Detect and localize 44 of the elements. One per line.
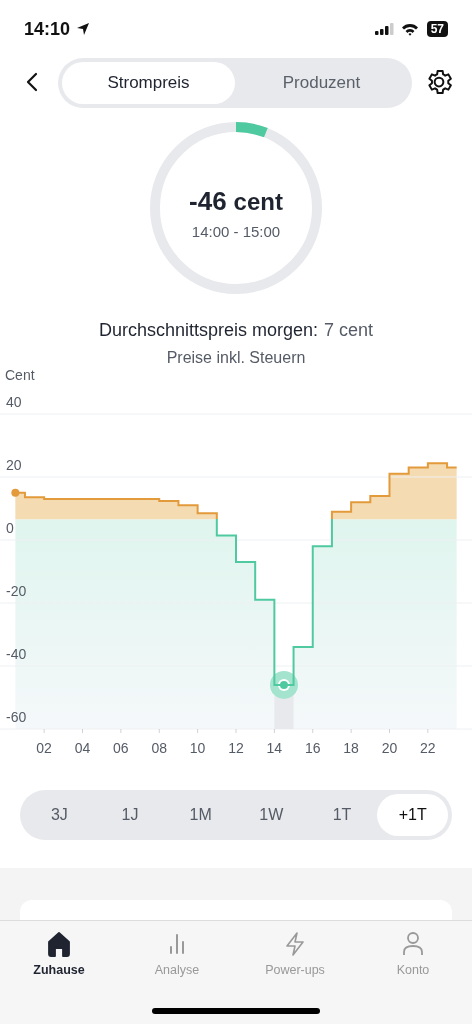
x-tick-label: 16 <box>304 740 321 756</box>
price-value: -46 <box>189 186 227 217</box>
start-point <box>11 488 20 497</box>
x-tick-label: 08 <box>151 740 168 756</box>
price-unit: cent <box>233 188 283 216</box>
location-arrow-icon <box>76 22 91 36</box>
tab-bar-item[interactable]: Zuhause <box>0 931 118 977</box>
chevron-left-icon <box>26 71 38 92</box>
x-tick-label: 06 <box>113 740 129 756</box>
x-tick-label: 20 <box>381 740 398 756</box>
x-tick-label: 12 <box>228 740 244 756</box>
x-tick-label: 22 <box>420 740 436 756</box>
home-icon <box>46 931 72 957</box>
average-price-label: Durchschnittspreis morgen: <box>98 320 318 341</box>
x-tick-label: 18 <box>343 740 359 756</box>
x-tick-label: 14 <box>266 740 283 756</box>
y-tick-label: 20 <box>6 457 22 473</box>
range-option[interactable]: 3J <box>24 794 95 836</box>
x-tick-label: 10 <box>189 740 206 756</box>
tax-note: Preise inkl. Steuern <box>165 349 307 367</box>
person-icon <box>400 931 426 957</box>
x-tick-label: 04 <box>74 740 91 756</box>
x-tick-label: 02 <box>36 740 52 756</box>
y-tick-label: 40 <box>6 394 22 410</box>
selected-point-dot <box>279 680 288 689</box>
axis-title: Cent <box>5 368 35 383</box>
status-time: 14:10 <box>24 18 71 40</box>
y-tick-label: -20 <box>6 583 27 599</box>
range-option[interactable]: +1T <box>377 794 449 836</box>
range-option[interactable]: 1T <box>306 794 378 836</box>
battery-indicator: 57 <box>426 21 448 37</box>
y-tick-label: -60 <box>6 709 27 725</box>
signal-icon <box>374 23 395 35</box>
range-option[interactable]: 1J <box>94 794 166 836</box>
selected-point <box>269 670 298 699</box>
range-option[interactable]: 1M <box>165 794 236 836</box>
segment-tab[interactable]: Strompreis <box>62 62 235 104</box>
wifi-icon <box>400 22 419 36</box>
range-option[interactable]: 1W <box>236 794 307 836</box>
time-range: 14:00 - 15:00 <box>191 223 281 240</box>
y-tick-label: -40 <box>6 646 27 662</box>
y-tick-label: 0 <box>6 520 14 536</box>
average-price-value: 7 cent <box>324 320 374 341</box>
segment-tab[interactable]: Produzent <box>235 62 408 104</box>
